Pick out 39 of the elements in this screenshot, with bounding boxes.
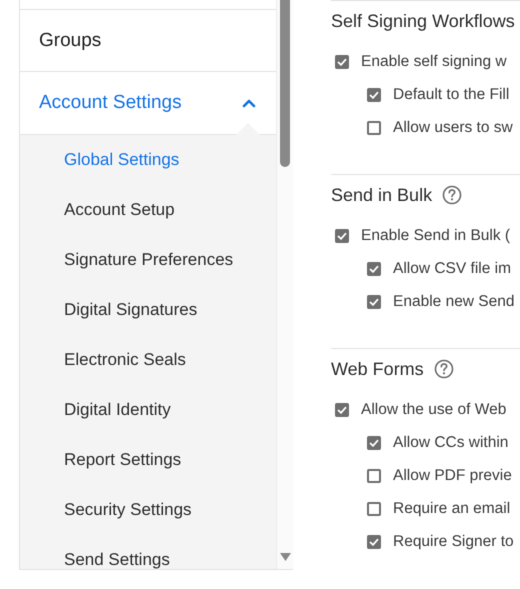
checkbox[interactable]	[335, 228, 349, 242]
checkbox[interactable]	[367, 262, 381, 276]
option-label: Allow users to sw	[393, 118, 513, 136]
option-label: Allow PDF previe	[393, 466, 512, 484]
submenu-item[interactable]: Global Settings	[20, 135, 276, 185]
section-title: Self Signing Workflows	[331, 10, 515, 32]
submenu-item[interactable]: Digital Signatures	[20, 285, 276, 335]
option-label: Allow CSV file im	[393, 260, 511, 278]
checkbox[interactable]	[367, 534, 381, 548]
section-title: Send in Bulk	[331, 184, 432, 206]
submenu-item[interactable]: Account Setup	[20, 185, 276, 235]
section-title: Web Forms	[331, 358, 424, 380]
checkbox[interactable]	[367, 436, 381, 450]
submenu-item[interactable]: Send Settings	[20, 535, 276, 569]
checkbox[interactable]	[367, 120, 381, 134]
option-label: Require an email	[393, 500, 510, 518]
option-label: Require Signer to	[393, 532, 514, 550]
submenu-item[interactable]: Signature Preferences	[20, 235, 276, 285]
option-label: Enable self signing w	[361, 52, 507, 70]
scrollbar-thumb[interactable]	[280, 0, 290, 167]
help-icon[interactable]	[434, 359, 454, 379]
submenu-item[interactable]: Report Settings	[20, 435, 276, 485]
checkbox[interactable]	[335, 402, 349, 416]
submenu-item[interactable]: Electronic Seals	[20, 335, 276, 385]
scroll-down-icon[interactable]	[280, 553, 291, 561]
option-label: Allow CCs within	[393, 434, 508, 452]
help-icon[interactable]	[442, 185, 462, 205]
checkbox[interactable]	[367, 502, 381, 516]
scrollbar[interactable]	[276, 0, 293, 569]
checkbox[interactable]	[367, 468, 381, 482]
submenu-item[interactable]: Digital Identity	[20, 385, 276, 435]
option-label: Default to the Fill	[393, 86, 510, 104]
checkbox[interactable]	[335, 54, 349, 68]
checkbox[interactable]	[367, 88, 381, 102]
option-label: Enable Send in Bulk (	[361, 226, 510, 244]
checkbox[interactable]	[367, 294, 381, 308]
option-label: Enable new Send	[393, 292, 515, 310]
option-label: Allow the use of Web	[361, 400, 506, 418]
submenu-item[interactable]: Security Settings	[20, 485, 276, 535]
